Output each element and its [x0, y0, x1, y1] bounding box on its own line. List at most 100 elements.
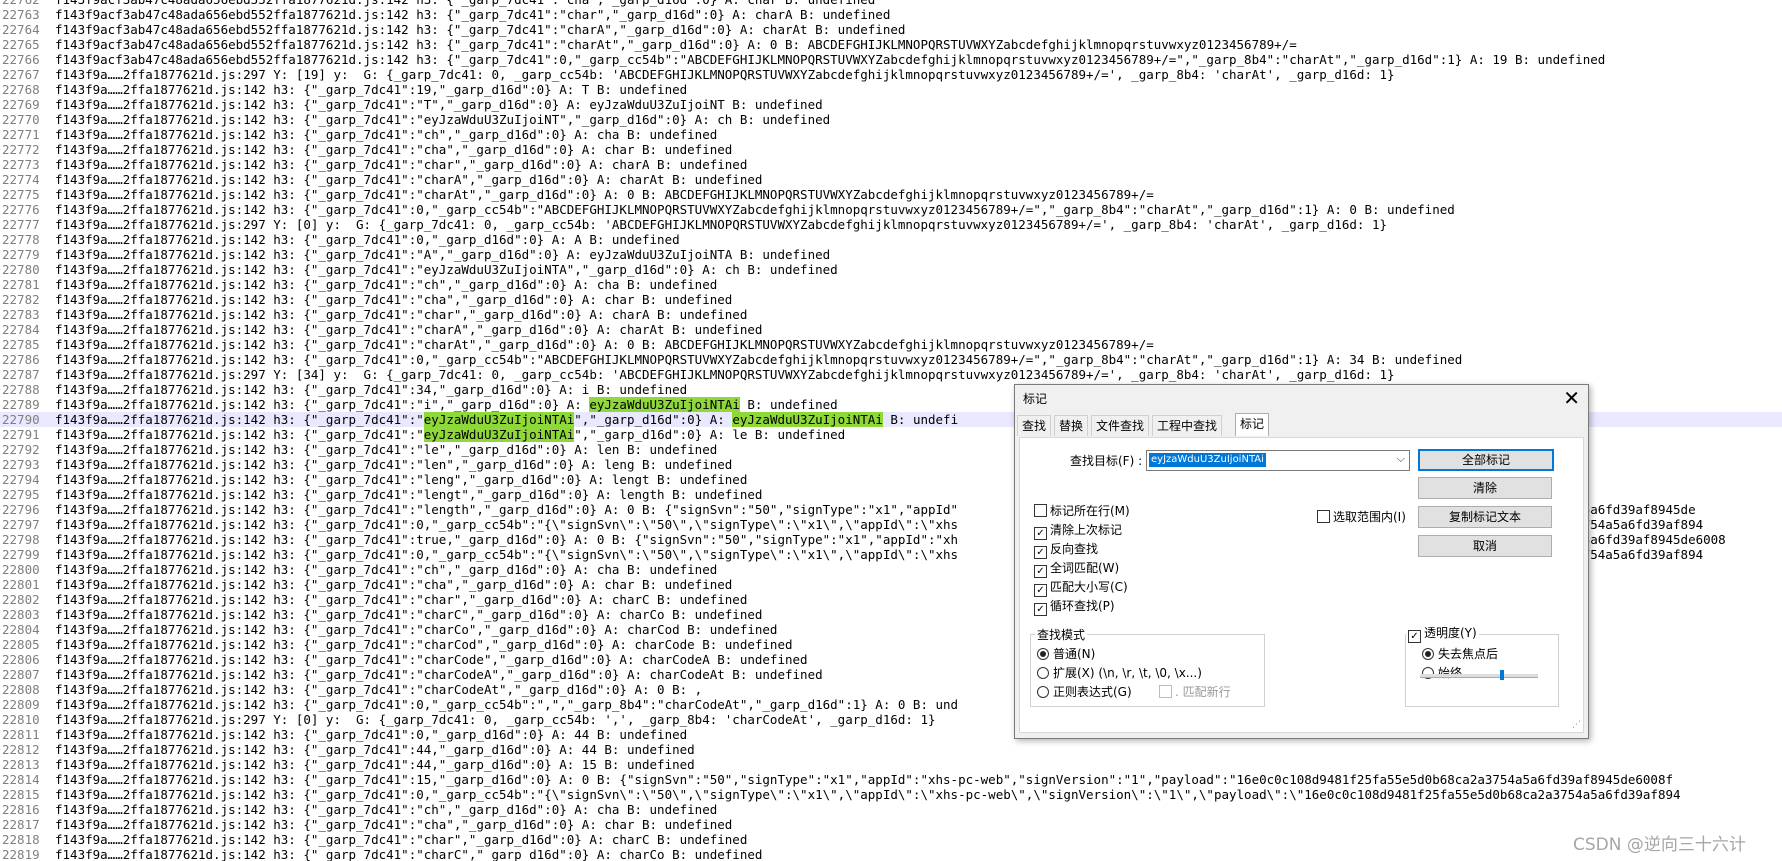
editor-line[interactable]: 22782 f143f9a……2ffa1877621d.js:142 h3: {"…: [0, 292, 1782, 307]
line-text: f143f9a……2ffa1877621d.js:297 Y: [19] y: …: [55, 67, 1395, 82]
tab-find-in-projects[interactable]: 工程中查找: [1152, 415, 1223, 436]
in-selection-checkbox[interactable]: 选取范围内(I): [1317, 510, 1406, 525]
editor-line[interactable]: 22783 f143f9a……2ffa1877621d.js:142 h3: {"…: [0, 307, 1782, 322]
checkbox-box[interactable]: ✓: [1034, 584, 1047, 597]
purge-previous-marks-checkbox[interactable]: ✓ 清除上次标记: [1034, 523, 1122, 540]
transparency-slider[interactable]: [1420, 670, 1538, 680]
line-segment: f143f9a……2ffa1877621d.js:142 h3: {"_garp…: [55, 352, 1463, 367]
line-segment: f143f9a……2ffa1877621d.js:142 h3: {"_garp…: [55, 457, 733, 472]
bookmark-line-checkbox[interactable]: 标记所在行(M): [1034, 504, 1130, 519]
line-text: f143f9a……2ffa1877621d.js:142 h3: {"_garp…: [55, 727, 687, 742]
dot-matches-newline-checkbox[interactable]: . 匹配新行: [1159, 685, 1231, 700]
wrap-around-checkbox[interactable]: ✓ 循环查找(P): [1034, 599, 1115, 616]
editor-line[interactable]: 22813 f143f9a……2ffa1877621d.js:142 h3: {"…: [0, 757, 1782, 772]
editor-line[interactable]: 22779 f143f9a……2ffa1877621d.js:142 h3: {"…: [0, 247, 1782, 262]
checkbox-box[interactable]: ✓: [1034, 546, 1047, 559]
editor-line[interactable]: 22773 f143f9a……2ffa1877621d.js:142 h3: {"…: [0, 157, 1782, 172]
checkbox-box[interactable]: [1317, 510, 1330, 523]
editor-line[interactable]: 22769 f143f9a……2ffa1877621d.js:142 h3: {"…: [0, 97, 1782, 112]
find-target-combobox[interactable]: eyJzaWduU3ZuIjoiNTAi ⌵: [1146, 450, 1410, 471]
editor-line[interactable]: 22770 f143f9a……2ffa1877621d.js:142 h3: {"…: [0, 112, 1782, 127]
editor-line[interactable]: 22762 f143f9acf3ab47c48ada656ebd552ffa187…: [0, 0, 1782, 7]
line-text: f143f9a……2ffa1877621d.js:142 h3: {"_garp…: [55, 772, 1673, 787]
checkbox-box[interactable]: ✓: [1034, 603, 1047, 616]
checkbox-box[interactable]: ✓: [1408, 630, 1421, 643]
tab-replace[interactable]: 替换: [1054, 415, 1089, 436]
editor-line[interactable]: 22787 f143f9a……2ffa1877621d.js:297 Y: [34…: [0, 367, 1782, 382]
editor-line[interactable]: 22771 f143f9a……2ffa1877621d.js:142 h3: {"…: [0, 127, 1782, 142]
search-mode-normal-radio[interactable]: 普通(N): [1037, 647, 1095, 662]
slider-thumb[interactable]: [1500, 670, 1504, 680]
tab-mark[interactable]: 标记: [1235, 413, 1270, 436]
close-icon[interactable]: ✕: [1563, 385, 1580, 411]
line-segment: f143f9a……2ffa1877621d.js:142 h3: {"_garp…: [55, 427, 424, 442]
line-text: f143f9a……2ffa1877621d.js:142 h3: {"_garp…: [55, 97, 823, 112]
cancel-button[interactable]: 取消: [1418, 535, 1552, 557]
radio-label: 失去焦点后: [1438, 647, 1499, 661]
editor-line[interactable]: 22784 f143f9a……2ffa1877621d.js:142 h3: {"…: [0, 322, 1782, 337]
tab-find-in-files[interactable]: 文件查找: [1091, 415, 1150, 436]
backward-direction-checkbox[interactable]: ✓ 反向查找: [1034, 542, 1098, 559]
line-text: f143f9a……2ffa1877621d.js:142 h3: {"_garp…: [55, 577, 732, 592]
chevron-down-icon[interactable]: ⌵: [1397, 452, 1405, 466]
editor-line[interactable]: 22816 f143f9a……2ffa1877621d.js:142 h3: {"…: [0, 802, 1782, 817]
resize-grip-icon[interactable]: ⋰: [1572, 720, 1581, 730]
line-segment: f143f9a……2ffa1877621d.js:142 h3: {"_garp…: [55, 667, 823, 682]
line-text: f143f9a……2ffa1877621d.js:142 h3: {"_garp…: [55, 352, 1462, 367]
editor-line[interactable]: 22767 f143f9a……2ffa1877621d.js:297 Y: [19…: [0, 67, 1782, 82]
line-segment: f143f9a……2ffa1877621d.js:142 h3: {"_garp…: [55, 592, 748, 607]
editor-line[interactable]: 22786 f143f9a……2ffa1877621d.js:142 h3: {"…: [0, 352, 1782, 367]
editor-line[interactable]: 22817 f143f9a……2ffa1877621d.js:142 h3: {"…: [0, 817, 1782, 832]
copy-marked-text-button[interactable]: 复制标记文本: [1418, 506, 1552, 528]
radio-dot[interactable]: [1037, 667, 1049, 679]
editor-line[interactable]: 22778 f143f9a……2ffa1877621d.js:142 h3: {"…: [0, 232, 1782, 247]
editor-line[interactable]: 22768 f143f9a……2ffa1877621d.js:142 h3: {"…: [0, 82, 1782, 97]
line-text: f143f9a……2ffa1877621d.js:142 h3: {"_garp…: [55, 142, 732, 157]
checkbox-box[interactable]: [1034, 504, 1047, 517]
editor-line[interactable]: 22777 f143f9a……2ffa1877621d.js:297 Y: [0]…: [0, 217, 1782, 232]
clear-button[interactable]: 清除: [1418, 477, 1552, 499]
search-mode-regex-radio[interactable]: 正则表达式(G): [1037, 685, 1132, 700]
editor-line[interactable]: 22819 f143f9a……2ffa1877621d.js:142 h3: {"…: [0, 847, 1782, 861]
line-segment: f143f9a……2ffa1877621d.js:142 h3: {"_garp…: [55, 232, 680, 247]
mark-all-button[interactable]: 全部标记: [1418, 449, 1554, 471]
editor-line[interactable]: 22763 f143f9acf3ab47c48ada656ebd552ffa187…: [0, 7, 1782, 22]
tab-find[interactable]: 查找: [1017, 415, 1052, 436]
editor-line[interactable]: 22780 f143f9a……2ffa1877621d.js:142 h3: {"…: [0, 262, 1782, 277]
line-text: f143f9a……2ffa1877621d.js:142 h3: {"_garp…: [55, 832, 747, 847]
transparency-checkbox[interactable]: ✓ 透明度(Y): [1406, 626, 1479, 643]
search-mode-extended-radio[interactable]: 扩展(X) (\n, \r, \t, \0, \x...): [1037, 666, 1202, 681]
line-text: f143f9a……2ffa1877621d.js:142 h3: {"_garp…: [55, 847, 762, 861]
transparency-on-lose-focus-radio[interactable]: 失去焦点后: [1422, 647, 1498, 662]
editor-line[interactable]: 22818 f143f9a……2ffa1877621d.js:142 h3: {"…: [0, 832, 1782, 847]
editor-line[interactable]: 22814 f143f9a……2ffa1877621d.js:142 h3: {"…: [0, 772, 1782, 787]
editor-line[interactable]: 22785 f143f9a……2ffa1877621d.js:142 h3: {"…: [0, 337, 1782, 352]
radio-dot[interactable]: [1037, 648, 1049, 660]
editor-line[interactable]: 22781 f143f9a……2ffa1877621d.js:142 h3: {"…: [0, 277, 1782, 292]
checkbox-box[interactable]: [1159, 685, 1172, 698]
editor-line[interactable]: 22764 f143f9acf3ab47c48ada656ebd552ffa187…: [0, 22, 1782, 37]
line-text: f143f9a……2ffa1877621d.js:142 h3: {"_garp…: [55, 697, 958, 712]
line-number: 22795: [2, 487, 40, 502]
radio-dot[interactable]: [1422, 648, 1434, 660]
match-case-checkbox[interactable]: ✓ 匹配大小写(C): [1034, 580, 1128, 597]
find-target-value[interactable]: eyJzaWduU3ZuIjoiNTAi: [1149, 453, 1266, 467]
radio-dot[interactable]: [1037, 686, 1049, 698]
editor-line[interactable]: 22774 f143f9a……2ffa1877621d.js:142 h3: {"…: [0, 172, 1782, 187]
editor-line[interactable]: 22766 f143f9acf3ab47c48ada656ebd552ffa187…: [0, 52, 1782, 67]
line-text: f143f9a……2ffa1877621d.js:142 h3: {"_garp…: [55, 802, 717, 817]
line-number: 22807: [2, 667, 40, 682]
editor-line[interactable]: 22776 f143f9a……2ffa1877621d.js:142 h3: {"…: [0, 202, 1782, 217]
editor-line[interactable]: 22765 f143f9acf3ab47c48ada656ebd552ffa187…: [0, 37, 1782, 52]
line-text: f143f9acf3ab47c48ada656ebd552ffa1877621d…: [55, 7, 890, 22]
editor-line[interactable]: 22775 f143f9a……2ffa1877621d.js:142 h3: {"…: [0, 187, 1782, 202]
editor-line[interactable]: 22812 f143f9a……2ffa1877621d.js:142 h3: {"…: [0, 742, 1782, 757]
marked-match: eyJzaWduU3ZuIjoiNTAi: [423, 427, 575, 442]
editor-line[interactable]: 22815 f143f9a……2ffa1877621d.js:142 h3: {"…: [0, 787, 1782, 802]
checkbox-box[interactable]: ✓: [1034, 565, 1047, 578]
line-segment: f143f9a……2ffa1877621d.js:297 Y: [0] y: G…: [55, 712, 936, 727]
checkbox-box[interactable]: ✓: [1034, 527, 1047, 540]
editor-line[interactable]: 22772 f143f9a……2ffa1877621d.js:142 h3: {"…: [0, 142, 1782, 157]
line-number: 22797: [2, 517, 40, 532]
whole-word-checkbox[interactable]: ✓ 全词匹配(W): [1034, 561, 1119, 578]
